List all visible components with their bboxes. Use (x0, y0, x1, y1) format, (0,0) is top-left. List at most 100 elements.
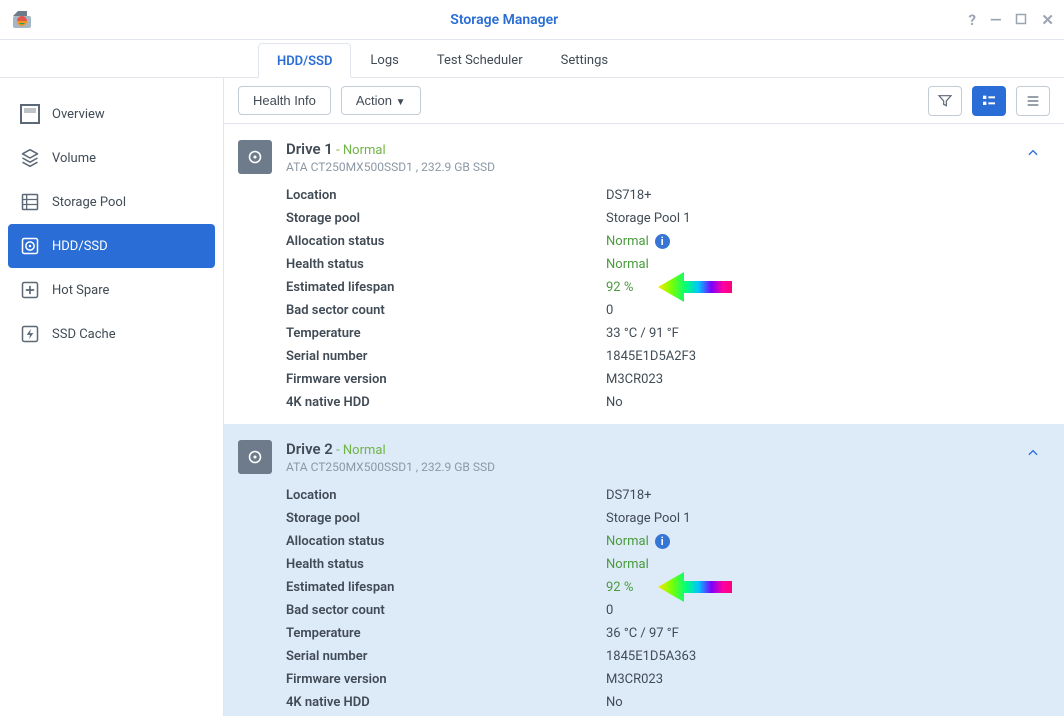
sidebar-item-label: HDD/SSD (52, 239, 108, 254)
storage-pool-icon (20, 192, 40, 212)
tab-logs[interactable]: Logs (351, 42, 417, 77)
drive-properties: Location DS718+ Storage pool Storage Poo… (238, 484, 1050, 714)
tab-test-scheduler[interactable]: Test Scheduler (418, 42, 542, 77)
property-label: Estimated lifespan (286, 280, 606, 295)
sidebar-item-label: SSD Cache (52, 327, 116, 342)
property-label: Location (286, 488, 606, 503)
sidebar-item-storage-pool[interactable]: Storage Pool (8, 180, 215, 224)
property-label: Storage pool (286, 211, 606, 226)
drive-properties: Location DS718+ Storage pool Storage Poo… (238, 184, 1050, 414)
property-value: 0 (606, 303, 613, 318)
disk-icon (238, 440, 272, 474)
property-label: Bad sector count (286, 603, 606, 618)
drive-header: Drive 1 - Normal ATA CT250MX500SSD1 , 23… (238, 134, 1050, 184)
hot-spare-icon (20, 280, 40, 300)
property-value: 1845E1D5A363 (606, 649, 696, 664)
collapse-toggle[interactable] (1016, 440, 1050, 470)
caret-down-icon: ▼ (396, 97, 406, 108)
property-value: Normal (606, 257, 649, 272)
funnel-icon (937, 93, 953, 109)
property-value: Storage Pool 1 (606, 511, 691, 526)
property-label: Firmware version (286, 372, 606, 387)
property-row: 4K native HDD No (286, 691, 1050, 714)
chevron-up-icon (1026, 146, 1040, 160)
property-value: 0 (606, 603, 613, 618)
toolbar: Health Info Action ▼ (224, 78, 1064, 124)
sidebar-item-volume[interactable]: Volume (8, 136, 215, 180)
content-area: Health Info Action ▼ Drive 1 - Normal (224, 78, 1064, 716)
sidebar-item-overview[interactable]: Overview (8, 92, 215, 136)
property-value: Normal i (606, 534, 670, 549)
info-icon[interactable]: i (655, 534, 670, 549)
action-button-label: Action (356, 93, 392, 108)
property-row: Storage pool Storage Pool 1 (286, 507, 1050, 530)
window-controls: ? — ✕ (969, 11, 1054, 29)
help-icon[interactable]: ? (969, 11, 976, 29)
collapse-toggle[interactable] (1016, 140, 1050, 170)
maximize-icon[interactable] (1015, 11, 1027, 29)
close-icon[interactable]: ✕ (1041, 11, 1054, 29)
drive-block[interactable]: Drive 2 - Normal ATA CT250MX500SSD1 , 23… (224, 424, 1064, 716)
health-info-button[interactable]: Health Info (238, 86, 331, 115)
property-value: 1845E1D5A2F3 (606, 349, 696, 364)
list-view-icon (1025, 93, 1041, 109)
property-label: Estimated lifespan (286, 580, 606, 595)
property-value: No (606, 395, 623, 410)
drive-block[interactable]: Drive 1 - Normal ATA CT250MX500SSD1 , 23… (224, 124, 1064, 424)
property-row: Allocation status Normal i (286, 230, 1050, 253)
property-label: Location (286, 188, 606, 203)
property-value: DS718+ (606, 188, 652, 203)
card-view-button[interactable] (972, 86, 1006, 116)
property-label: Storage pool (286, 511, 606, 526)
volume-icon (20, 148, 40, 168)
property-row: Firmware version M3CR023 (286, 368, 1050, 391)
property-row: Firmware version M3CR023 (286, 668, 1050, 691)
tab-settings[interactable]: Settings (542, 42, 627, 77)
property-row: Serial number 1845E1D5A363 (286, 645, 1050, 668)
property-label: Temperature (286, 626, 606, 641)
sidebar-item-label: Hot Spare (52, 283, 109, 298)
sidebar-item-ssd-cache[interactable]: SSD Cache (8, 312, 215, 356)
property-row: Serial number 1845E1D5A2F3 (286, 345, 1050, 368)
property-row: Temperature 36 °C / 97 °F (286, 622, 1050, 645)
property-label: Health status (286, 557, 606, 572)
sidebar-item-hot-spare[interactable]: Hot Spare (8, 268, 215, 312)
property-value: Normal (606, 557, 649, 572)
property-value: M3CR023 (606, 372, 663, 387)
property-label: Firmware version (286, 672, 606, 687)
property-value: 36 °C / 97 °F (606, 626, 679, 641)
property-value: DS718+ (606, 488, 652, 503)
info-icon[interactable]: i (655, 234, 670, 249)
property-row: Health status Normal (286, 253, 1050, 276)
property-row: Temperature 33 °C / 91 °F (286, 322, 1050, 345)
list-view-button[interactable] (1016, 86, 1050, 116)
property-value: Normal i (606, 234, 670, 249)
minimize-icon[interactable]: — (990, 11, 1001, 29)
drive-status: - Normal (333, 443, 386, 458)
property-label: Serial number (286, 649, 606, 664)
action-button[interactable]: Action ▼ (341, 86, 421, 115)
filter-button[interactable] (928, 86, 962, 116)
property-value: Storage Pool 1 (606, 211, 691, 226)
card-view-icon (981, 93, 997, 109)
sidebar-item-label: Storage Pool (52, 195, 126, 210)
property-value: 92 % (606, 580, 633, 595)
disk-icon (238, 140, 272, 174)
sidebar-item-hdd-ssd[interactable]: HDD/SSD (8, 224, 215, 268)
property-row: Location DS718+ (286, 484, 1050, 507)
tab-hdd-ssd[interactable]: HDD/SSD (258, 43, 351, 78)
property-row: Bad sector count 0 (286, 599, 1050, 622)
property-value: M3CR023 (606, 672, 663, 687)
drive-name: Drive 1 (286, 140, 333, 158)
property-row: Estimated lifespan 92 % (286, 576, 1050, 599)
sidebar: Overview Volume Storage Pool HDD/SSD Hot… (0, 78, 224, 716)
property-value: 33 °C / 91 °F (606, 326, 679, 341)
property-row: Estimated lifespan 92 % (286, 276, 1050, 299)
pointer-arrow-icon (658, 272, 732, 302)
property-label: Temperature (286, 326, 606, 341)
ssd-cache-icon (20, 324, 40, 344)
window-title: Storage Manager (40, 12, 969, 28)
sidebar-item-label: Overview (52, 107, 105, 122)
tabs-row: HDD/SSD Logs Test Scheduler Settings (0, 40, 1064, 78)
property-row: Health status Normal (286, 553, 1050, 576)
